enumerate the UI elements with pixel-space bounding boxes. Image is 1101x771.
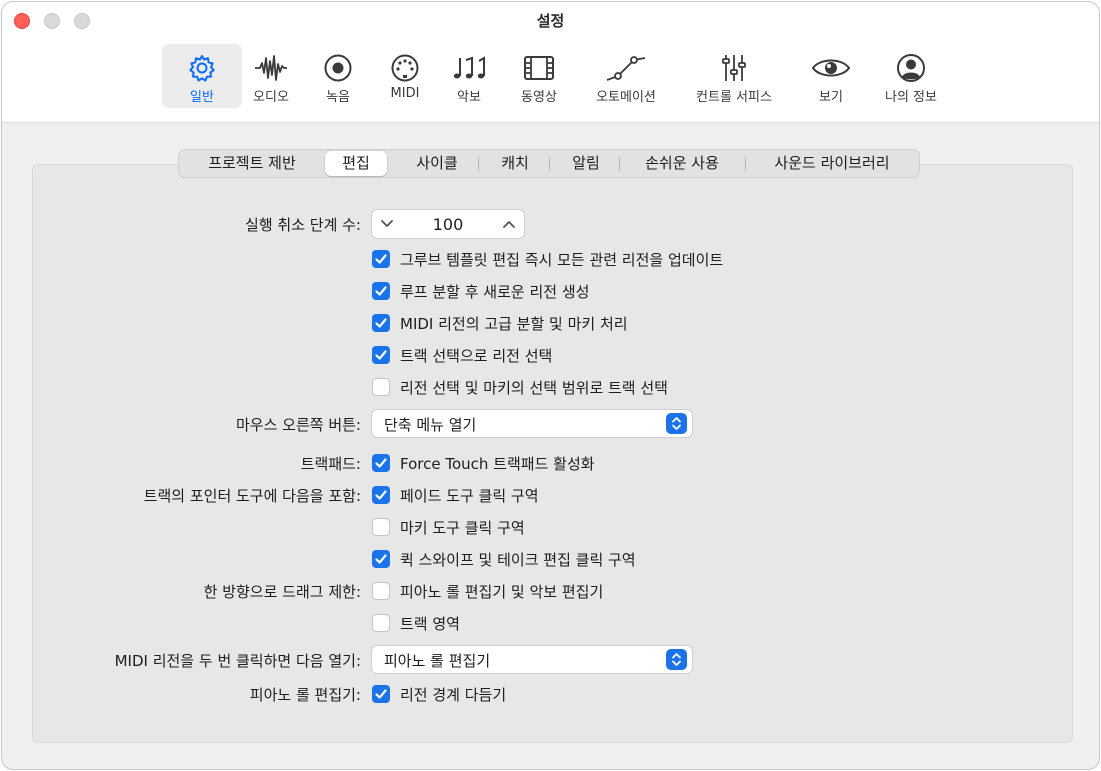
tab-separator <box>745 157 746 171</box>
tab-editing[interactable]: 편집 <box>325 151 387 176</box>
checkbox-limit-drag-editors[interactable] <box>372 582 390 600</box>
popup-value: 단축 메뉴 열기 <box>384 416 477 434</box>
person-circle-icon <box>897 54 925 82</box>
toolbar-item-record[interactable]: 녹음 <box>308 44 368 108</box>
checkbox-label: 퀵 스와이프 및 테이크 편집 클릭 구역 <box>400 551 636 569</box>
toolbar-item-general[interactable]: 일반 <box>162 44 242 108</box>
toolbar-label: MIDI <box>390 86 420 101</box>
checkmark-icon <box>375 254 387 264</box>
checkbox-select-tracks-by-region[interactable] <box>372 378 390 396</box>
checkbox-label: 트랙 선택으로 리전 선택 <box>400 347 553 365</box>
gear-icon <box>189 55 215 82</box>
checkbox-label: 그루브 템플릿 편집 즉시 모든 관련 리전을 업데이트 <box>400 251 724 269</box>
tab-project-handling[interactable]: 프로젝트 제반 <box>181 150 323 177</box>
toolbar-label: 녹음 <box>326 90 350 105</box>
tab-catch[interactable]: 캐치 <box>483 150 547 177</box>
checkmark-icon <box>375 318 387 328</box>
record-icon <box>324 54 352 82</box>
toolbar-label: 오디오 <box>253 90 289 105</box>
popup-arrows <box>666 649 687 670</box>
toolbar-label: 보기 <box>819 90 843 105</box>
toolbar-item-view[interactable]: 보기 <box>802 44 860 108</box>
toolbar-item-score[interactable]: 악보 <box>442 44 496 108</box>
checkbox-label: 루프 분할 후 새로운 리전 생성 <box>400 283 590 301</box>
checkbox-label: 리전 선택 및 마키의 선택 범위로 트랙 선택 <box>400 379 668 397</box>
checkbox-label: 마키 도구 클릭 구역 <box>400 519 525 537</box>
tab-alerts[interactable]: 알림 <box>551 150 621 177</box>
checkmark-icon <box>375 490 387 500</box>
toolbar-item-midi[interactable]: MIDI <box>374 44 436 108</box>
toolbar-item-control-surfaces[interactable]: 컨트롤 서피스 <box>682 44 786 108</box>
checkbox-loop-split[interactable] <box>372 282 390 300</box>
checkbox-quick-swipe[interactable] <box>372 550 390 568</box>
tab-separator <box>478 157 479 171</box>
checkbox-midi-advanced-split[interactable] <box>372 314 390 332</box>
toolbar-item-automation[interactable]: 오토메이션 <box>584 44 668 108</box>
toolbar: 설정 일반 오디오 녹음 MIDI 악보 동영상 오토메이션 컨트롤 서피스 보… <box>2 2 1099 123</box>
pointer-tool-label: 트랙의 포인터 도구에 다음을 포함: <box>143 487 361 505</box>
eye-icon <box>811 59 851 77</box>
popup-arrows <box>666 413 687 434</box>
popup-value: 피아노 롤 편집기 <box>384 652 491 670</box>
undo-steps-stepper[interactable]: 100 <box>371 209 525 239</box>
checkbox-limit-drag-tracks[interactable] <box>372 614 390 632</box>
toolbar-item-movie[interactable]: 동영상 <box>507 44 571 108</box>
checkbox-label: 트랙 영역 <box>400 615 460 633</box>
film-icon <box>524 56 554 80</box>
checkmark-icon <box>375 554 387 564</box>
undo-steps-label: 실행 취소 단계 수: <box>245 216 361 234</box>
chevron-up-icon[interactable] <box>502 218 516 230</box>
checkbox-label: MIDI 리전의 고급 분할 및 마키 처리 <box>400 315 628 333</box>
checkbox-marquee-tool[interactable] <box>372 518 390 536</box>
piano-roll-label: 피아노 롤 편집기: <box>249 686 361 704</box>
checkbox-fade-tool[interactable] <box>372 486 390 504</box>
checkmark-icon <box>375 350 387 360</box>
checkbox-groove-update[interactable] <box>372 250 390 268</box>
updown-chevron-icon <box>672 653 681 666</box>
toolbar-label: 오토메이션 <box>596 90 656 105</box>
music-notes-icon <box>453 56 485 79</box>
tab-separator <box>549 157 550 171</box>
right-mouse-popup[interactable]: 단축 메뉴 열기 <box>371 409 693 438</box>
midi-connector-icon <box>391 54 419 82</box>
checkmark-icon <box>375 458 387 468</box>
toolbar-label: 컨트롤 서피스 <box>696 90 772 105</box>
toolbar-item-my-info[interactable]: 나의 정보 <box>870 44 952 108</box>
updown-chevron-icon <box>672 417 681 430</box>
waveform-icon <box>255 55 287 81</box>
checkmark-icon <box>375 689 387 699</box>
checkbox-trim-region-borders[interactable] <box>372 685 390 703</box>
limit-drag-label: 한 방향으로 드래그 제한: <box>203 583 361 601</box>
midi-double-click-label: MIDI 리전을 두 번 클릭하면 다음 열기: <box>114 652 361 670</box>
midi-double-click-popup[interactable]: 피아노 롤 편집기 <box>371 645 693 674</box>
toolbar-item-audio[interactable]: 오디오 <box>242 44 300 108</box>
tab-accessibility[interactable]: 손쉬운 사용 <box>621 150 743 177</box>
checkbox-label: 페이드 도구 클릭 구역 <box>400 487 539 505</box>
toolbar-label: 나의 정보 <box>885 90 937 105</box>
tab-sound-library[interactable]: 사운드 라이브러리 <box>747 150 917 177</box>
window-title: 설정 <box>536 12 565 30</box>
checkmark-icon <box>375 286 387 296</box>
toolbar-label: 악보 <box>457 90 481 105</box>
sliders-icon <box>722 55 746 81</box>
right-mouse-label: 마우스 오른쪽 버튼: <box>236 416 361 434</box>
automation-curve-icon <box>606 56 646 81</box>
tab-bar: 프로젝트 제반 편집 사이클 캐치 알림 손쉬운 사용 사운드 라이브러리 <box>178 149 920 178</box>
toolbar-label: 일반 <box>190 90 214 105</box>
tab-cycle[interactable]: 사이클 <box>392 150 482 177</box>
checkbox-label: Force Touch 트랙패드 활성화 <box>400 455 595 473</box>
trackpad-label: 트랙패드: <box>300 455 361 473</box>
toolbar-label: 동영상 <box>521 90 557 105</box>
checkbox-label: 리전 경계 다듬기 <box>400 686 507 704</box>
tab-separator <box>619 157 620 171</box>
checkbox-label: 피아노 롤 편집기 및 악보 편집기 <box>400 583 604 601</box>
checkbox-select-regions-by-track[interactable] <box>372 346 390 364</box>
checkbox-force-touch[interactable] <box>372 454 390 472</box>
